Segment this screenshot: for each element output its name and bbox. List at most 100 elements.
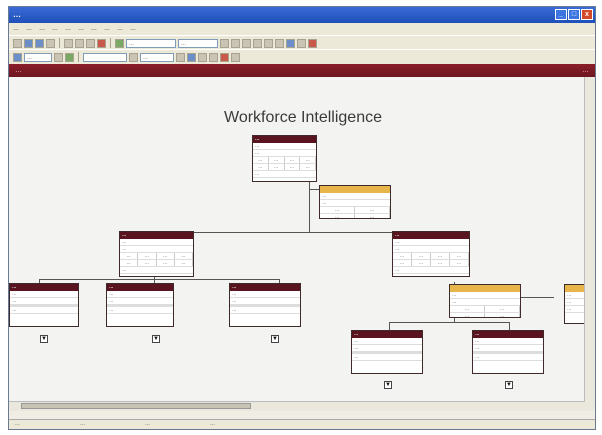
toolbar-icon[interactable] xyxy=(286,38,295,48)
toolbar-icon[interactable] xyxy=(220,52,229,62)
horizontal-scrollbar[interactable] xyxy=(9,401,585,411)
toolbar-icon[interactable] xyxy=(231,52,240,62)
menu-item[interactable]: … xyxy=(117,23,123,35)
toolbar-icon[interactable] xyxy=(129,52,138,62)
toolbar-icon[interactable] xyxy=(242,38,251,48)
node-role: … xyxy=(230,298,300,305)
toolbar-icon[interactable] xyxy=(65,52,74,62)
org-node-grandchild[interactable]: … … … … xyxy=(472,330,544,374)
node-kpi-values: ………… xyxy=(253,164,316,171)
org-node-level2-right[interactable]: … … … ………… ………… … xyxy=(392,231,470,277)
connector-line xyxy=(389,322,509,323)
node-title-text: … xyxy=(320,193,390,200)
new-icon[interactable] xyxy=(13,38,22,48)
node-footer: … xyxy=(10,307,78,314)
toolbar-icon[interactable] xyxy=(253,38,262,48)
cut-icon[interactable] xyxy=(64,38,73,48)
copy-icon[interactable] xyxy=(75,38,84,48)
org-node-child[interactable]: … … … … xyxy=(229,283,301,327)
node-name: … xyxy=(473,338,543,345)
node-kpi-header: …… xyxy=(450,306,520,313)
toolbar-icon[interactable] xyxy=(220,38,229,48)
style-combo[interactable]: … xyxy=(126,38,176,48)
toolbar-icon[interactable] xyxy=(198,52,207,62)
menu-item[interactable]: … xyxy=(52,23,58,35)
toolbar-icon[interactable] xyxy=(264,38,273,48)
node-name: … xyxy=(253,143,316,150)
app-window: … _ □ x … … … … … … … … … … … … … … … … … xyxy=(8,6,596,430)
toolbar-icon[interactable] xyxy=(231,38,240,48)
expand-icon[interactable]: ▼ xyxy=(40,335,48,343)
org-chart-canvas[interactable]: Workforce Intelligence … … … ………… ………… …… xyxy=(9,77,595,411)
paste-icon[interactable] xyxy=(86,38,95,48)
node-name: … xyxy=(320,200,390,207)
node-role: … xyxy=(107,298,173,305)
zoom-combo[interactable]: … xyxy=(140,52,174,62)
node-role: … xyxy=(253,150,316,157)
status-text: … xyxy=(145,421,150,427)
org-node-gold[interactable]: … … …… …… xyxy=(449,284,521,318)
menu-item[interactable]: … xyxy=(65,23,71,35)
scrollbar-thumb[interactable] xyxy=(21,403,251,409)
level-combo[interactable] xyxy=(83,52,127,62)
menu-item[interactable]: … xyxy=(26,23,32,35)
expand-icon[interactable]: ▼ xyxy=(505,381,513,389)
close-button[interactable]: x xyxy=(581,9,593,20)
menu-item[interactable]: … xyxy=(130,23,136,35)
navigate-icon[interactable] xyxy=(13,52,22,62)
save-icon[interactable] xyxy=(35,38,44,48)
org-node-child[interactable]: … … … … xyxy=(9,283,79,327)
expand-icon[interactable]: ▼ xyxy=(152,335,160,343)
format-toolbar: … … xyxy=(9,49,595,64)
node-title: … xyxy=(10,284,78,291)
node-kpi-values: …… xyxy=(450,313,520,317)
org-node-level2-left[interactable]: … … … ………… ………… … xyxy=(119,231,194,277)
menu-item[interactable]: … xyxy=(13,23,19,35)
undo-icon[interactable] xyxy=(97,38,106,48)
expand-icon[interactable]: ▼ xyxy=(384,381,392,389)
org-node-grandchild[interactable]: … … … … xyxy=(351,330,423,374)
toolbar-icon[interactable] xyxy=(54,52,63,62)
node-footer: … xyxy=(120,267,193,274)
node-kpi-values: …… xyxy=(320,214,390,218)
node-title: … xyxy=(352,331,422,338)
toolbar-icon[interactable] xyxy=(209,52,218,62)
maximize-button[interactable]: □ xyxy=(568,9,580,20)
layout-icon[interactable] xyxy=(115,38,124,48)
toolbar-icon[interactable] xyxy=(297,38,306,48)
node-title: … xyxy=(107,284,173,291)
node-kpi-header: ………… xyxy=(120,253,193,260)
node-footer: … xyxy=(473,354,543,361)
org-node-child[interactable]: … … … … xyxy=(106,283,174,327)
view-combo[interactable]: … xyxy=(178,38,218,48)
menu-item[interactable]: … xyxy=(78,23,84,35)
toolbar-icon[interactable] xyxy=(187,52,196,62)
toolbar-separator xyxy=(110,38,111,48)
toolbar-separator xyxy=(78,52,79,62)
node-title xyxy=(450,285,520,292)
menu-item[interactable]: … xyxy=(39,23,45,35)
connector-line xyxy=(39,279,279,280)
toolbar-separator xyxy=(59,38,60,48)
menu-item[interactable]: … xyxy=(91,23,97,35)
node-kpi-values: ………… xyxy=(120,260,193,267)
minimize-button[interactable]: _ xyxy=(555,9,567,20)
print-icon[interactable] xyxy=(46,38,55,48)
open-icon[interactable] xyxy=(24,38,33,48)
node-name: … xyxy=(120,239,193,246)
expand-icon[interactable]: ▼ xyxy=(271,335,279,343)
node-role: … xyxy=(10,298,78,305)
status-text: … xyxy=(210,421,215,427)
org-node-root[interactable]: … … … ………… ………… … xyxy=(252,135,317,182)
toolbar-icon[interactable] xyxy=(308,38,317,48)
node-name: … xyxy=(230,291,300,298)
person-combo[interactable]: … xyxy=(24,52,52,62)
toolbar-icon[interactable] xyxy=(275,38,284,48)
standard-toolbar: … … xyxy=(9,35,595,50)
menu-item[interactable]: … xyxy=(104,23,110,35)
node-kpi-header: …… xyxy=(320,207,390,214)
connector-line xyxy=(389,322,390,330)
toolbar-icon[interactable] xyxy=(176,52,185,62)
vertical-scrollbar[interactable] xyxy=(584,77,595,411)
org-node-staff[interactable]: … … …… …… xyxy=(319,185,391,219)
